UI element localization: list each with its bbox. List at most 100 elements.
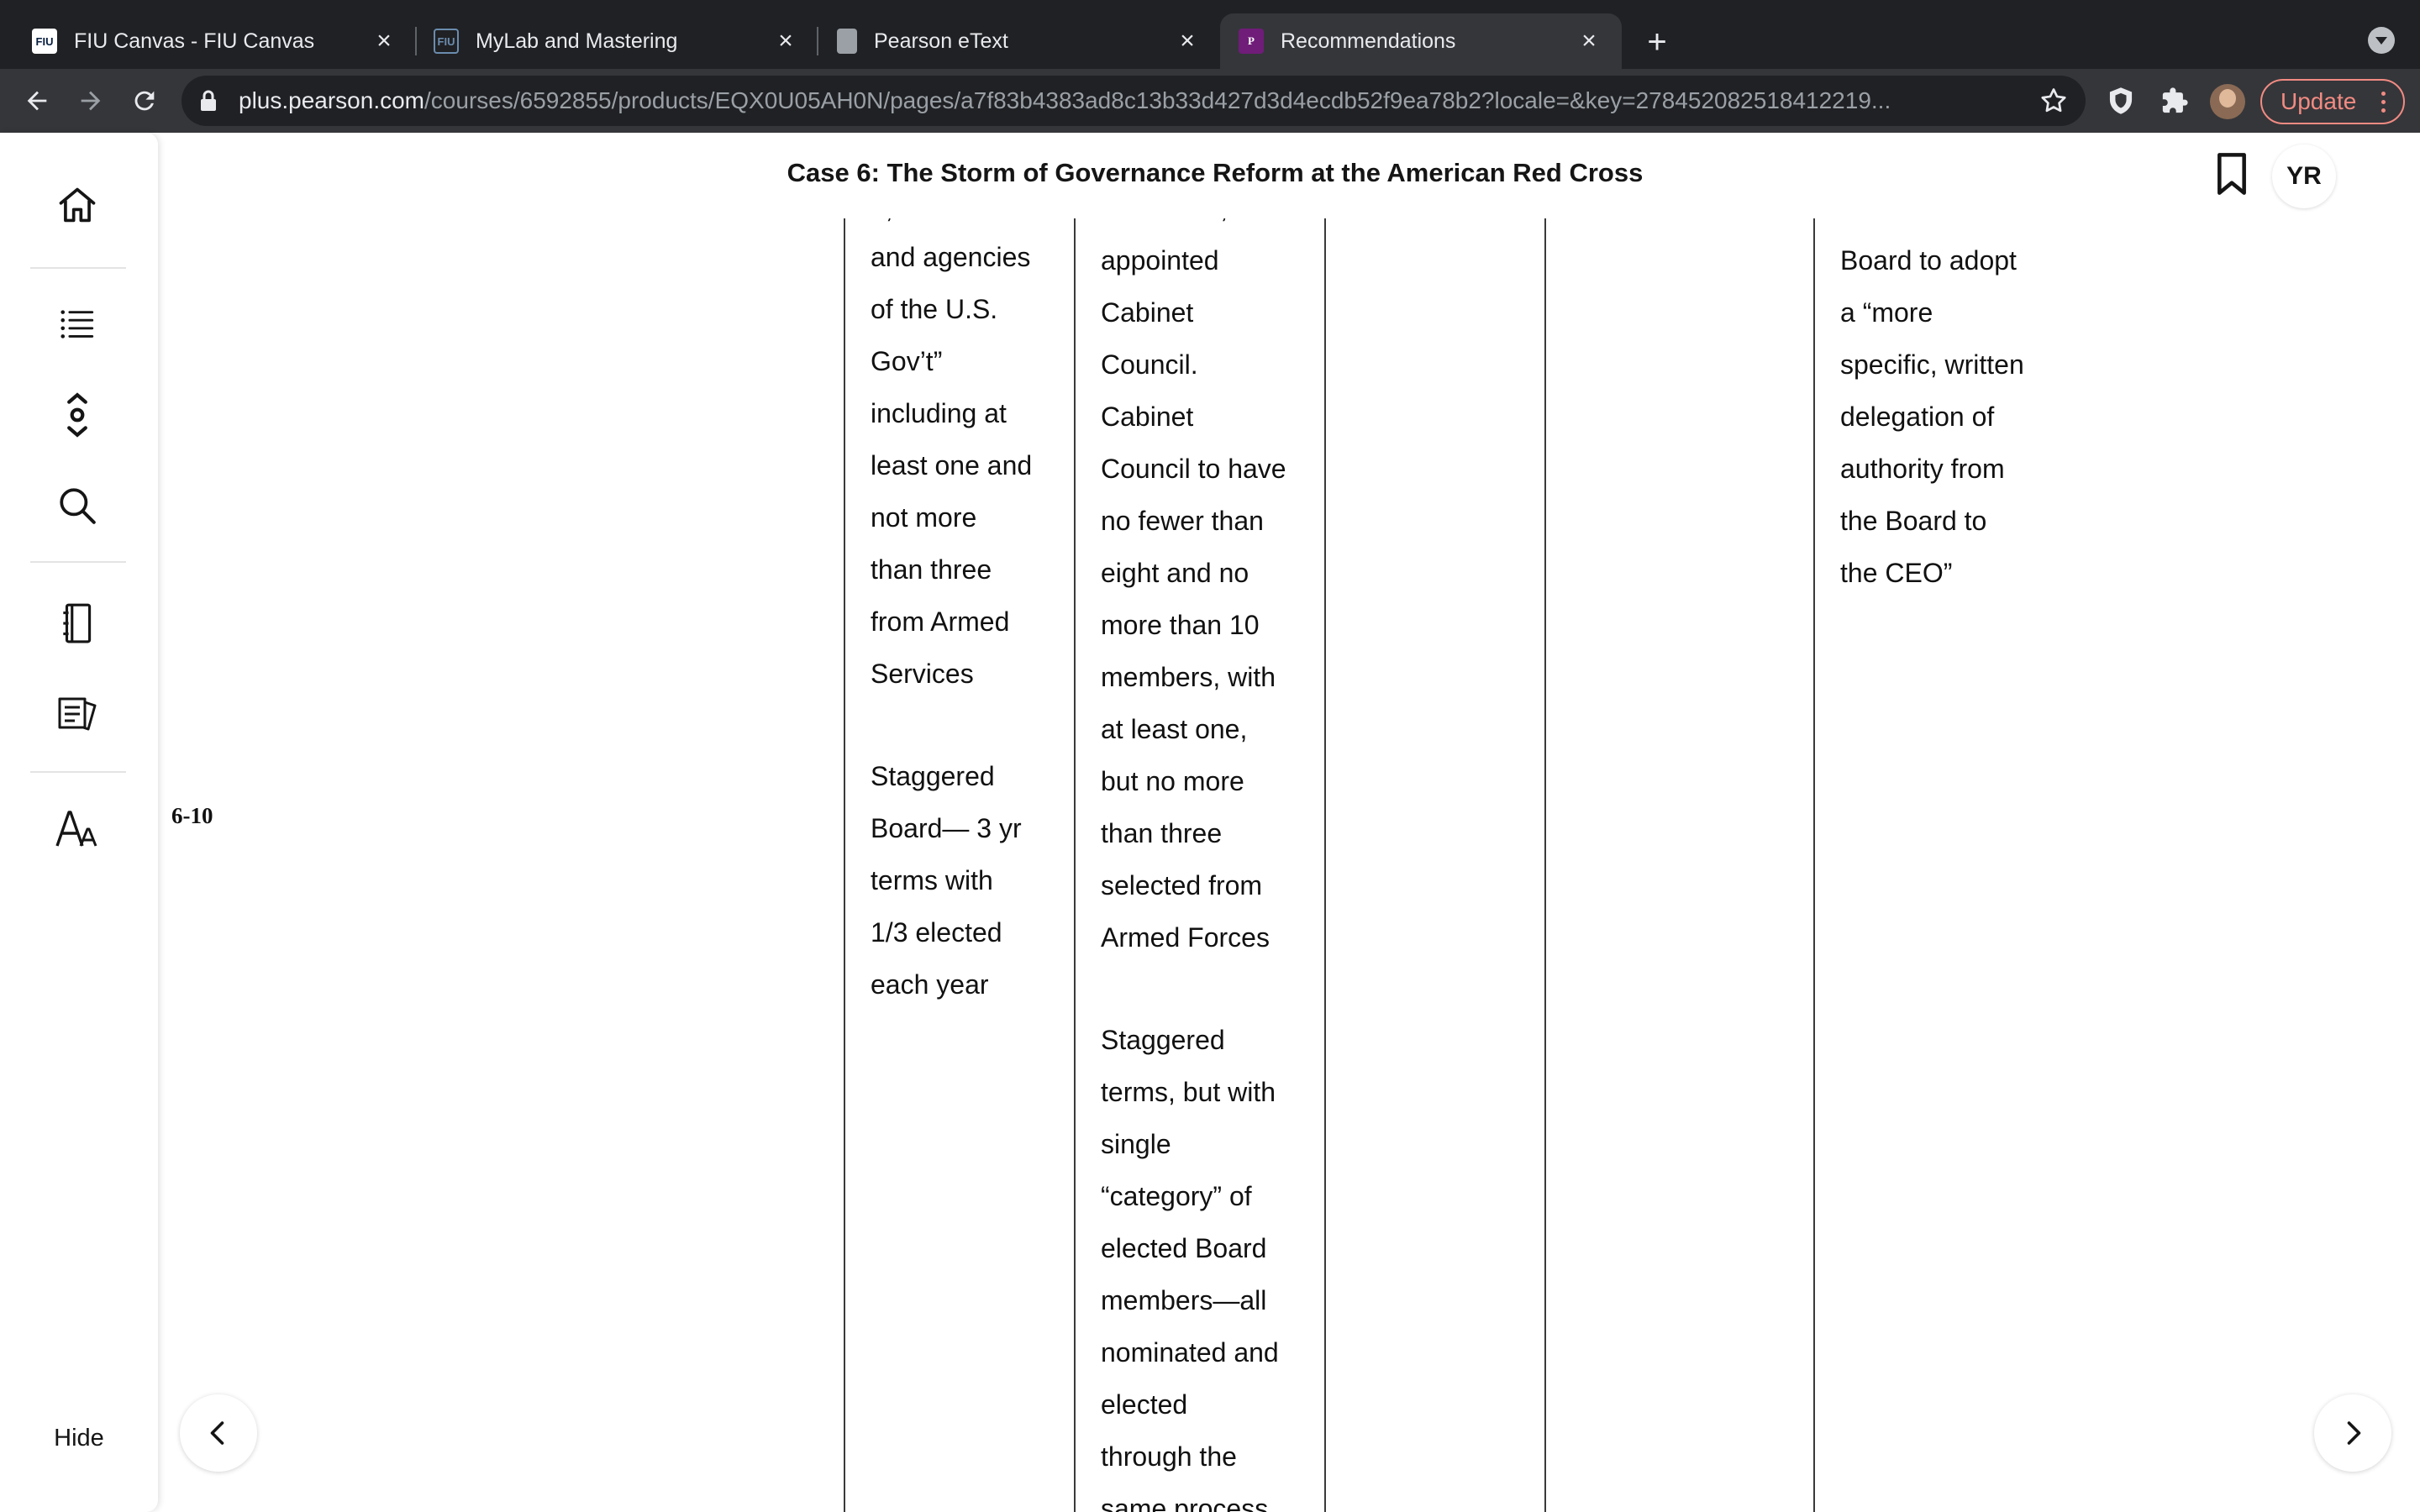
browser-tab[interactable]: Pearson eText ×: [818, 13, 1220, 69]
home-icon[interactable]: [54, 181, 101, 228]
table-cell-column-3: appointed Cabinet Council. Cabinet Council t…: [1101, 234, 1286, 1512]
table-column-rule: [1074, 218, 1076, 1512]
browser-tab-title: Recommendations: [1281, 29, 1456, 53]
table-cell-line: each year: [871, 969, 989, 1000]
table-cell-line: a “more: [1840, 297, 1933, 328]
table-column-rule: [1324, 218, 1326, 1512]
pearson-icon: P: [1239, 29, 1264, 54]
table-cell-line: Cabinet: [1101, 402, 1194, 432]
browser-tab[interactable]: FIU FIU Canvas - FIU Canvas ×: [0, 13, 417, 69]
table-cell-line: same process: [1101, 1494, 1269, 1512]
close-tab-icon[interactable]: ×: [1173, 27, 1202, 55]
table-cell-line: terms with: [871, 865, 993, 895]
etext-header: Case 6: The Storm of Governance Reform a…: [158, 133, 2420, 218]
table-cell-line: nominated and: [1101, 1337, 1279, 1368]
table-cell-line: delegation of: [1840, 402, 1995, 432]
browser-toolbar: plus.pearson.com/courses/6592855/product…: [0, 69, 2420, 133]
table-cell-line: the CEO”: [1840, 558, 1953, 588]
next-page-button[interactable]: [2314, 1394, 2391, 1472]
new-tab-icon[interactable]: +: [1639, 24, 1676, 60]
table-cell-line: Armed Forces: [1101, 922, 1270, 953]
user-avatar[interactable]: YR: [2272, 144, 2336, 208]
address-bar[interactable]: plus.pearson.com/courses/6592855/product…: [182, 76, 2086, 126]
table-cell-line: Cabinet: [1101, 297, 1194, 328]
book-icon: [837, 29, 857, 54]
table-cell-line: appointed: [1101, 245, 1219, 276]
navigate-icon[interactable]: [54, 391, 101, 438]
table-cell-line: than three: [1101, 818, 1223, 848]
table-cell-line: Board— 3 yr: [871, 813, 1022, 843]
fiu-icon: FIU: [32, 29, 57, 54]
clipped-text-fragment: ı ı ı ı ı ı ı ı ,: [1101, 218, 1228, 224]
close-tab-icon[interactable]: ×: [1575, 27, 1603, 55]
table-cell-line: Council.: [1101, 349, 1198, 380]
table-cell-line: Gov’t”: [871, 346, 943, 376]
table-cell-line: Services: [871, 659, 974, 689]
table-cell-line: than three: [871, 554, 992, 585]
table-cell-line: no fewer than: [1101, 506, 1264, 536]
notebook-icon[interactable]: [54, 600, 101, 647]
table-cell-line: Board to adopt: [1840, 245, 2017, 276]
reload-icon[interactable]: [124, 81, 165, 121]
url-host: plus.pearson.com: [239, 87, 425, 113]
bookmark-star-icon[interactable]: [2039, 86, 2069, 120]
table-cell-line: least one and: [871, 450, 1033, 480]
bookmark-icon[interactable]: [2215, 151, 2249, 201]
table-cell-line: eight and no: [1101, 558, 1249, 588]
table-cell-line: the Board to: [1840, 506, 1987, 536]
page-content: 6-10 ı , ı ı ı ı ı ı ı ı , and agencies o…: [158, 218, 2420, 1512]
browser-tab[interactable]: FIU MyLab and Mastering ×: [417, 13, 818, 69]
table-cell-line: Staggered: [871, 761, 995, 791]
url-text[interactable]: plus.pearson.com/courses/6592855/product…: [239, 87, 2020, 114]
extensions-puzzle-icon[interactable]: [2156, 82, 2193, 119]
table-cell-line: single: [1101, 1129, 1171, 1159]
table-cell-column-2: and agencies of the U.S. Gov’t” including a…: [871, 231, 1032, 1011]
sidebar-divider: [30, 561, 126, 563]
update-label: Update: [2281, 88, 2357, 114]
lock-icon[interactable]: [198, 89, 218, 117]
table-cell-line: Staggered: [1101, 1025, 1225, 1055]
table-cell-line: authority from: [1840, 454, 2005, 484]
text-settings-icon[interactable]: [54, 805, 101, 852]
table-cell-line: members, with: [1101, 662, 1276, 692]
browser-tab-title: FIU Canvas - FIU Canvas: [74, 29, 315, 53]
sidebar-divider: [30, 267, 126, 269]
sidebar-divider: [30, 771, 126, 773]
back-icon[interactable]: [17, 81, 57, 121]
search-icon[interactable]: [54, 482, 101, 529]
table-cell-line: elected: [1101, 1389, 1188, 1420]
table-of-contents-icon[interactable]: [54, 301, 101, 348]
table-cell-line: through the: [1101, 1441, 1237, 1472]
more-menu-icon[interactable]: [2381, 89, 2386, 114]
flashcards-icon[interactable]: [54, 689, 101, 736]
table-cell-line: but no more: [1101, 766, 1244, 796]
fiu-mylab-icon: FIU: [434, 29, 459, 54]
table-cell-line: including at: [871, 398, 1007, 428]
chevron-left-icon: [210, 1421, 224, 1445]
browser-tab-title: MyLab and Mastering: [476, 29, 678, 53]
browser-tab-title: Pearson eText: [874, 29, 1008, 53]
previous-page-button[interactable]: [180, 1394, 257, 1472]
url-path: /courses/6592855/products/EQX0U05AH0N/pa…: [424, 87, 1891, 113]
browser-tab-active[interactable]: P Recommendations ×: [1220, 13, 1622, 69]
shield-extension-icon[interactable]: [2102, 82, 2139, 119]
clipped-text-fragment: ı ,: [871, 218, 893, 224]
update-button[interactable]: Update: [2260, 79, 2405, 124]
table-column-rule: [844, 218, 845, 1512]
close-tab-icon[interactable]: ×: [771, 27, 800, 55]
table-cell-line: members—all: [1101, 1285, 1267, 1315]
etext-sidebar: Hide: [0, 133, 158, 1512]
table-cell-line: “category” of: [1101, 1181, 1252, 1211]
table-cell-line: at least one,: [1101, 714, 1248, 744]
profile-avatar[interactable]: [2210, 84, 2245, 119]
tab-search-icon[interactable]: [2368, 27, 2395, 54]
hide-sidebar-button[interactable]: Hide: [0, 1425, 158, 1452]
table-column-rule: [1813, 218, 1815, 1512]
table-cell-line: 1/3 elected: [871, 917, 1002, 948]
close-tab-icon[interactable]: ×: [370, 27, 398, 55]
forward-icon[interactable]: [71, 81, 111, 121]
browser-tab-strip: FIU FIU Canvas - FIU Canvas × FIU MyLab …: [0, 0, 2420, 69]
table-cell-line: selected from: [1101, 870, 1263, 900]
table-cell-column-6: Board to adopt a “more specific, written de…: [1840, 234, 2024, 599]
